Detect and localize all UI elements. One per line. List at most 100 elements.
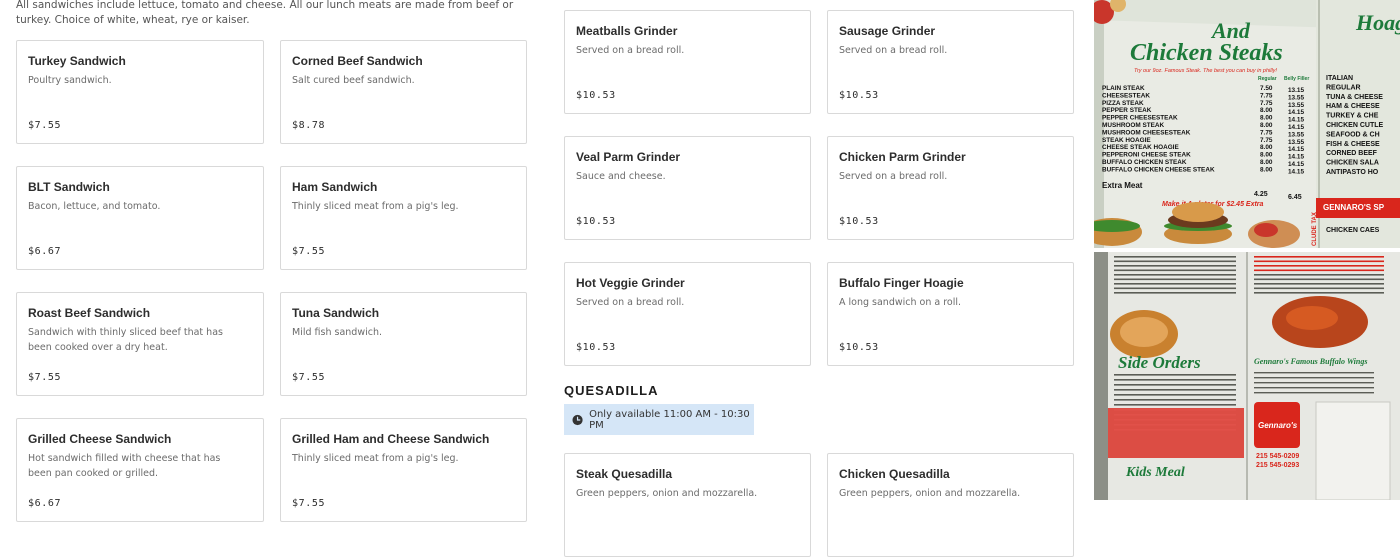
menu-photo-extra-meat: Extra Meat [1102, 181, 1143, 190]
menu-item-description: Poultry sandwich. [28, 75, 112, 86]
menu-photo-row-regular-price: 7.75 [1260, 92, 1273, 99]
menu-photo-headline-3: Chicken Steaks [1130, 40, 1283, 66]
menu-item-card[interactable]: Buffalo Finger Hoagie A long sandwich on… [827, 262, 1074, 366]
menu-photo-extra-meat-reg: 4.25 [1254, 191, 1268, 198]
menu-item-price: $10.53 [576, 90, 616, 101]
menu-item-name: Hot Veggie Grinder [576, 276, 685, 290]
menu-photo-logo: Gennaro's [1258, 421, 1298, 430]
sandwich-section-intro: All sandwiches include lettuce, tomato a… [16, 0, 514, 26]
menu-item-name: Steak Quesadilla [576, 467, 673, 481]
menu-photo-right-item: CHICKEN CAES [1326, 227, 1380, 234]
section-heading: QUESADILLA [564, 383, 659, 398]
menu-photo-row-name: MUSHROOM CHEESESTEAK [1102, 129, 1191, 136]
menu-item-name: Buffalo Finger Hoagie [839, 276, 964, 290]
menu-item-card[interactable]: Chicken Quesadilla Green peppers, onion … [827, 453, 1074, 557]
menu-item-card[interactable]: Sausage Grinder Served on a bread roll. … [827, 10, 1074, 114]
menu-photo-sides-wings[interactable]: Side Orders Gennaro's Famous Buffalo Win… [1094, 252, 1400, 500]
menu-photo-row-large-price: 13.55 [1288, 102, 1304, 109]
menu-item-description: Hot sandwich filled with cheese that has… [28, 453, 221, 479]
menu-item-price: $10.53 [839, 90, 879, 101]
menu-item-description: Sandwich with thinly sliced beef that ha… [28, 327, 223, 353]
menu-photo-text-line [1114, 274, 1236, 276]
menu-photo-col-belly: Belly Filler [1284, 76, 1309, 82]
menu-photo-text-line [1254, 392, 1374, 394]
menu-photo-right-item: ANTIPASTO HO [1326, 169, 1379, 176]
menu-item-card[interactable]: Meatballs Grinder Served on a bread roll… [564, 10, 811, 114]
menu-photo-right-item: TUNA & CHEESE [1326, 94, 1383, 101]
menu-item-description: Bacon, lettuce, and tomato. [28, 201, 161, 212]
menu-photo-row-large-price: 13.55 [1288, 94, 1304, 101]
menu-photo-text-line [1254, 372, 1374, 374]
menu-item-name: Grilled Ham and Cheese Sandwich [292, 432, 490, 446]
menu-photo-row-regular-price: 7.75 [1260, 100, 1273, 107]
menu-item-price: $10.53 [839, 216, 879, 227]
menu-item-description: Served on a bread roll. [576, 45, 685, 56]
menu-item-card[interactable]: Grilled Cheese Sandwich Hot sandwich fil… [16, 418, 264, 522]
menu-item-name: Corned Beef Sandwich [292, 54, 423, 68]
menu-item-price: $10.53 [839, 342, 879, 353]
menu-photo-row-large-price: 14.15 [1288, 146, 1304, 153]
menu-item-card[interactable]: Turkey Sandwich Poultry sandwich. $7.55 [16, 40, 264, 144]
menu-photo-kids-meal: Kids Meal [1125, 465, 1185, 480]
menu-photo-text-line [1114, 278, 1236, 281]
availability-notice: Only available 11:00 AM - 10:30 PM [564, 404, 754, 435]
menu-photo-text-line [1114, 399, 1236, 401]
menu-photo-row-large-price: 14.15 [1288, 109, 1304, 116]
menu-item-card[interactable]: Tuna Sandwich Mild fish sandwich. $7.55 [280, 292, 527, 396]
menu-item-card[interactable]: Roast Beef Sandwich Sandwich with thinly… [16, 292, 264, 396]
menu-photo-row-regular-price: 7.75 [1260, 129, 1273, 136]
menu-photo-row-regular-price: 8.00 [1260, 152, 1273, 159]
menu-photo-row-large-price: 14.15 [1288, 117, 1304, 124]
menu-photo-steaks[interactable]: Hoag And Chicken Steaks Try our 9oz. Fam… [1094, 0, 1400, 248]
menu-photo-text-line [1254, 265, 1384, 267]
menu-item-name: Sausage Grinder [839, 24, 936, 38]
menu-photo-row-regular-price: 7.75 [1260, 137, 1273, 144]
menu-item-card[interactable]: Grilled Ham and Cheese Sandwich Thinly s… [280, 418, 527, 522]
menu-item-card[interactable]: Corned Beef Sandwich Salt cured beef san… [280, 40, 527, 144]
menu-photo-right-item: ITALIAN [1326, 75, 1353, 82]
menu-item-price: $7.55 [28, 120, 62, 131]
menu-item-name: Turkey Sandwich [28, 54, 126, 68]
menu-photo-row-regular-price: 8.00 [1260, 115, 1273, 122]
menu-item-card[interactable]: Veal Parm Grinder Sauce and cheese. $10.… [564, 136, 811, 240]
menu-photo-text-line [1254, 287, 1384, 290]
menu-photo-text-line [1254, 260, 1384, 263]
menu-photo-text-line [1114, 292, 1236, 294]
menu-photo-phone-2: 215 545-0293 [1256, 462, 1299, 469]
menu-photo-row-name: BUFFALO CHICKEN STEAK [1102, 159, 1187, 166]
menu-item-card[interactable]: Ham Sandwich Thinly sliced meat from a p… [280, 166, 527, 270]
menu-photo-text-line [1254, 278, 1384, 281]
menu-item-name: Chicken Parm Grinder [839, 150, 966, 164]
menu-item-price: $7.55 [28, 372, 62, 383]
menu-photo-right-item: REGULAR [1326, 84, 1361, 91]
menu-photo-row-large-price: 14.15 [1288, 154, 1304, 161]
menu-photo-text-line [1254, 256, 1384, 258]
menu-item-name: Grilled Cheese Sandwich [28, 432, 172, 446]
menu-item-description: Thinly sliced meat from a pig's leg. [292, 453, 459, 464]
menu-photo-right-item: TURKEY & CHE [1326, 113, 1379, 120]
menu-item-description: Salt cured beef sandwich. [292, 75, 415, 86]
menu-photo-side-tax: CLUDE TAX [1312, 212, 1318, 246]
menu-photo-side-orders: Side Orders [1118, 353, 1201, 372]
menu-photo-right-item: FISH & CHEESE [1326, 141, 1380, 148]
menu-item-card[interactable]: Chicken Parm Grinder Served on a bread r… [827, 136, 1074, 240]
menu-photo-text-line [1254, 387, 1374, 389]
menu-item-price: $10.53 [576, 216, 616, 227]
menu-photo-row-regular-price: 8.00 [1260, 159, 1273, 166]
menu-photo-right-item: CHICKEN CUTLE [1326, 122, 1383, 129]
menu-photo-row-regular-price: 7.50 [1260, 85, 1273, 92]
menu-photo-text-line [1114, 283, 1236, 285]
menu-item-description: Mild fish sandwich. [292, 327, 382, 338]
menu-photo-text-line [1254, 274, 1384, 276]
menu-item-card[interactable]: BLT Sandwich Bacon, lettuce, and tomato.… [16, 166, 264, 270]
clock-icon [572, 414, 583, 425]
menu-photo-text-line [1114, 269, 1236, 272]
menu-item-price: $6.67 [28, 246, 62, 257]
menu-photo-row-regular-price: 8.00 [1260, 122, 1273, 129]
menu-photo-text-line [1114, 287, 1236, 290]
menu-photo-col-regular: Regular [1258, 76, 1277, 82]
menu-photo-headline-1: Hoag [1355, 10, 1400, 35]
menu-item-card[interactable]: Hot Veggie Grinder Served on a bread rol… [564, 262, 811, 366]
menu-item-description: A long sandwich on a roll. [839, 297, 962, 308]
menu-item-card[interactable]: Steak Quesadilla Green peppers, onion an… [564, 453, 811, 557]
